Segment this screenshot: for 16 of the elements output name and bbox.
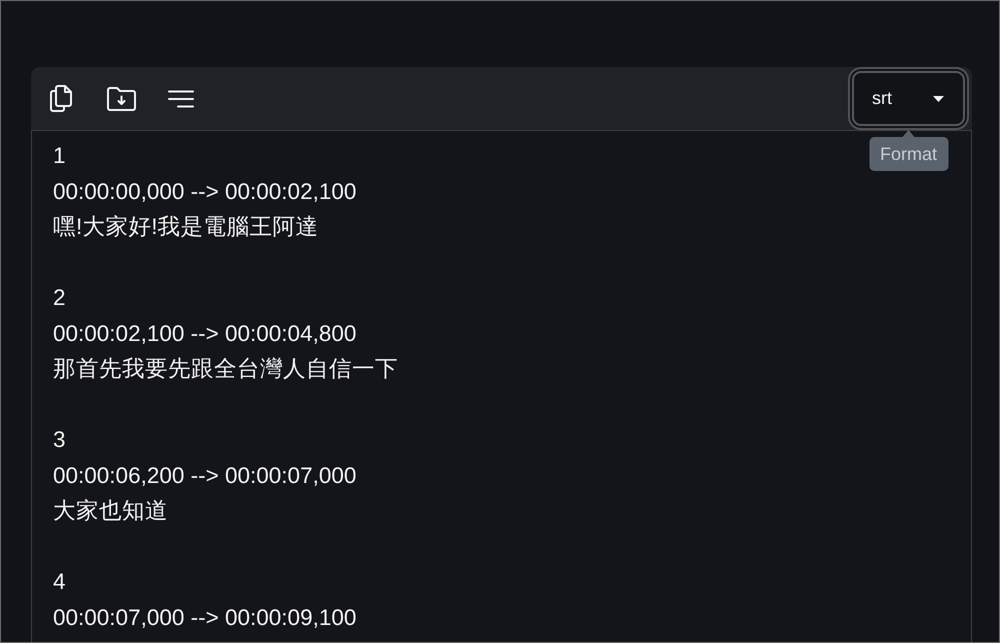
documents-icon — [49, 85, 73, 112]
cue-timing: 00:00:02,100 --> 00:00:04,800 — [53, 320, 356, 348]
caret-icon — [933, 96, 944, 102]
cue-number: 2 — [53, 284, 66, 312]
cue-text: 嘿!大家好!我是電腦王阿達 — [53, 213, 319, 241]
cue-number: 1 — [53, 142, 66, 170]
cue-number: 4 — [53, 568, 66, 596]
cue-timing: 00:00:07,000 --> 00:00:09,100 — [53, 604, 356, 632]
lines-icon — [168, 90, 194, 108]
cue-number: 3 — [53, 426, 66, 454]
cue-timing: 00:00:00,000 --> 00:00:02,100 — [53, 178, 356, 206]
cue-timing: 00:00:06,200 --> 00:00:07,000 — [53, 462, 356, 490]
cue-text: 大家也知道 — [53, 497, 168, 525]
cue-text: 那首先我要先跟全台灣人自信一下 — [53, 355, 398, 383]
folder-arrow-icon — [106, 86, 136, 110]
tooltip: Format — [869, 130, 948, 171]
